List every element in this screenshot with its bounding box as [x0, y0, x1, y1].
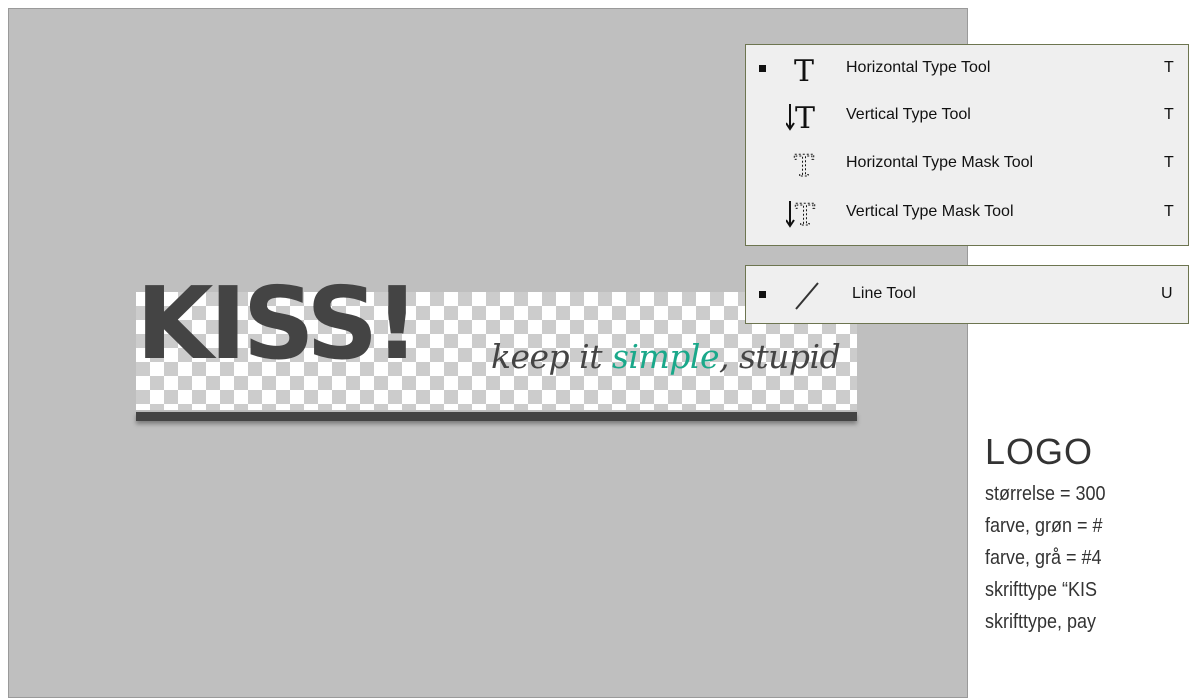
tool-item-line[interactable]: Line Tool U	[746, 277, 1188, 311]
tool-item-horizontal-type[interactable]: T Horizontal Type Tool T	[746, 51, 1188, 89]
horizontal-type-icon: T	[794, 54, 814, 89]
selected-bullet-icon	[759, 291, 766, 298]
tool-label: Line Tool	[852, 285, 916, 302]
line-tool-flyout: Line Tool U	[745, 265, 1189, 324]
vertical-type-mask-icon: T	[786, 198, 816, 233]
tagline-highlight: simple	[611, 337, 720, 376]
tool-label: Vertical Type Tool	[846, 106, 971, 123]
tagline-before: keep it	[491, 337, 612, 376]
line-tool-icon	[795, 282, 819, 310]
vertical-type-icon: T	[786, 101, 815, 136]
notes-line: størrelse = 300	[985, 483, 1106, 505]
notes-line: farve, grøn = #	[985, 515, 1103, 537]
tool-item-vertical-type-mask[interactable]: T Vertical Type Mask Tool T	[746, 195, 1188, 233]
tool-item-horizontal-type-mask[interactable]: T Horizontal Type Mask Tool T	[746, 146, 1188, 185]
svg-text:T: T	[794, 149, 814, 184]
logo-spec-notes: LOGO størrelse = 300 farve, grøn = # far…	[985, 432, 1189, 638]
horizontal-type-mask-icon: T	[794, 149, 815, 185]
notes-line: skrifttype “KIS	[985, 579, 1098, 601]
logo-kiss-text: KISS!	[136, 265, 420, 382]
tool-shortcut: T	[1164, 59, 1174, 76]
tool-shortcut: T	[1164, 203, 1174, 220]
tool-label: Horizontal Type Tool	[846, 59, 991, 76]
tool-shortcut: T	[1164, 154, 1174, 171]
tagline-after: , stupid	[718, 337, 841, 376]
svg-text:T: T	[795, 101, 815, 136]
notes-line: skrifttype, pay	[985, 611, 1097, 633]
notes-heading: LOGO	[985, 432, 1094, 472]
logo-tagline: keep it simple, stupid	[491, 337, 841, 376]
tool-label: Horizontal Type Mask Tool	[846, 154, 1034, 171]
tool-label: Vertical Type Mask Tool	[846, 203, 1014, 220]
svg-text:T: T	[794, 54, 814, 89]
svg-text:T: T	[795, 198, 815, 233]
tool-shortcut: T	[1164, 106, 1174, 123]
type-tool-flyout: T Horizontal Type Tool T T Vertical Type…	[745, 44, 1189, 246]
logo-underline-bar	[136, 412, 857, 421]
tool-item-vertical-type[interactable]: T Vertical Type Tool T	[746, 98, 1188, 136]
selected-bullet-icon	[759, 65, 766, 72]
notes-line: farve, grå = #4	[985, 547, 1102, 569]
tool-shortcut: U	[1161, 285, 1173, 302]
